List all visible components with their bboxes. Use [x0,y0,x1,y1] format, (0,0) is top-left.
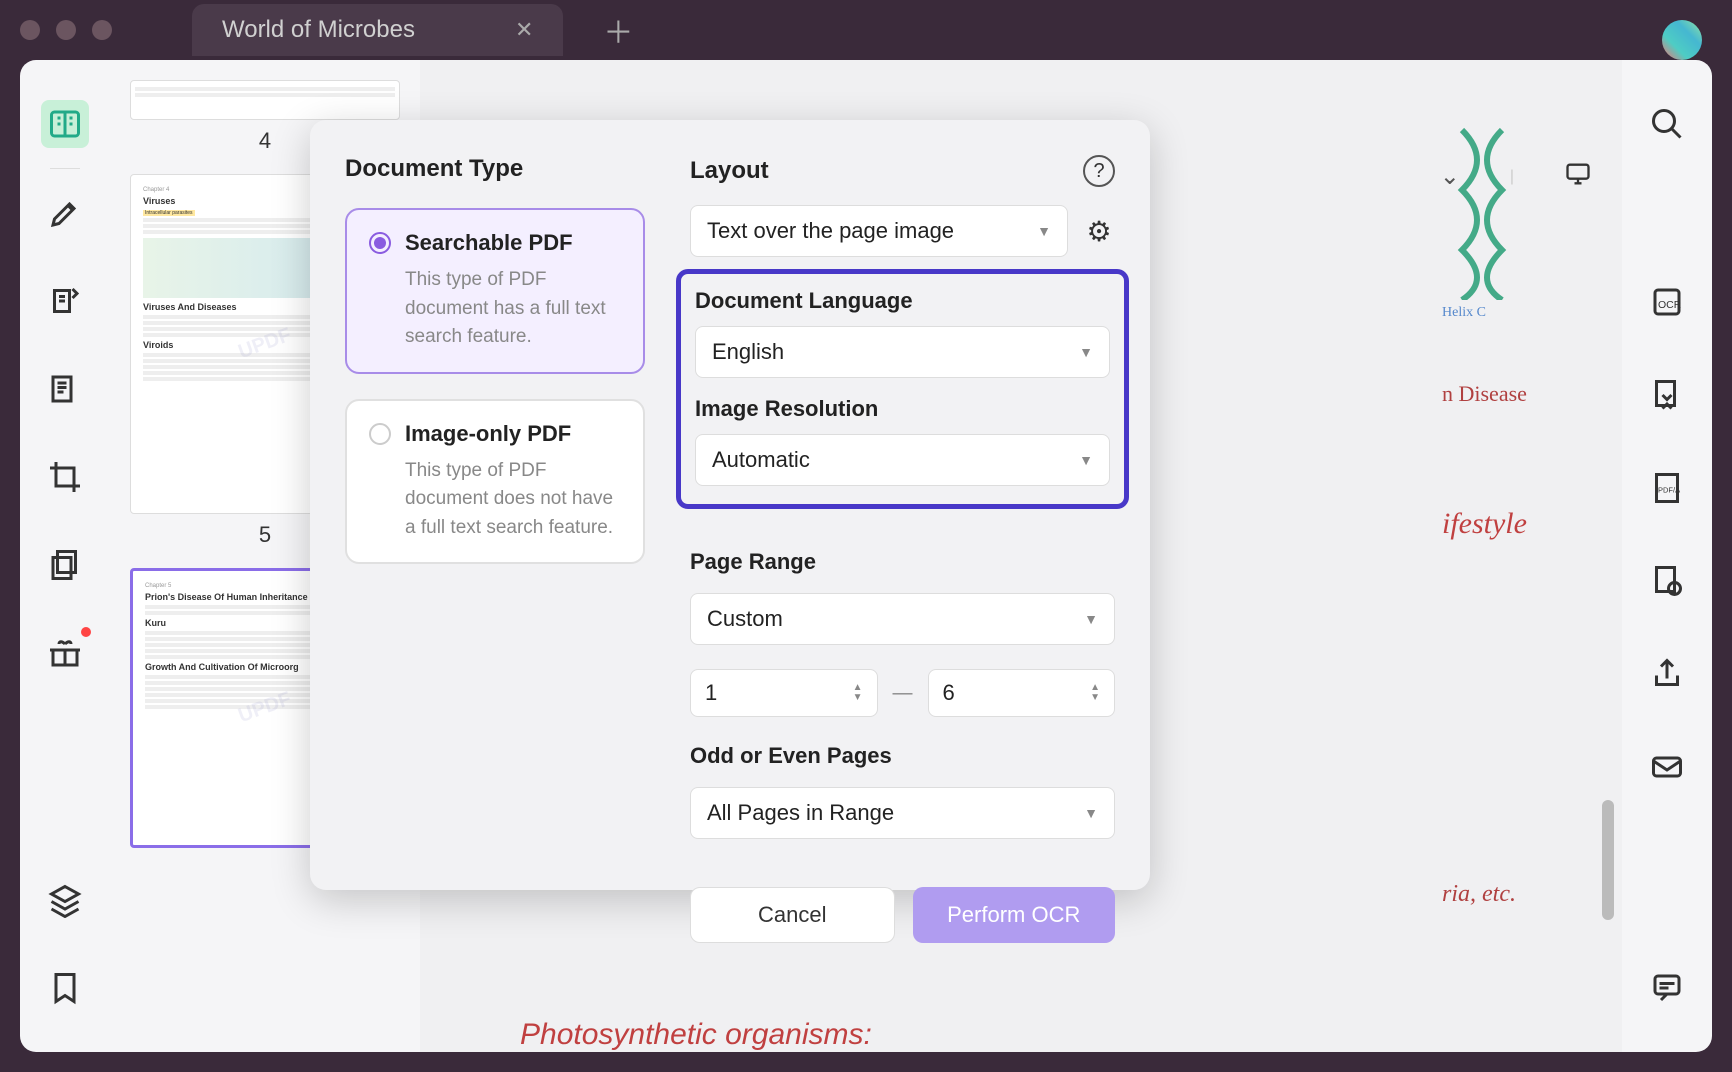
text-edit-icon[interactable] [41,365,89,413]
doc-text-photosynthetic: Photosynthetic organisms: [520,1018,872,1052]
doc-text-etc: ria, etc. [1442,881,1542,908]
main-window: 4 Chapter 4 Viruses Intracellular parasi… [20,60,1712,1052]
stepper-icon[interactable]: ▲▼ [853,683,863,703]
searchable-pdf-radio[interactable] [369,232,391,254]
gift-icon[interactable] [41,629,89,677]
perform-ocr-button[interactable]: Perform OCR [913,887,1116,943]
chevron-down-icon: ▼ [1084,805,1098,821]
searchable-pdf-title: Searchable PDF [405,230,573,256]
page-range-heading: Page Range [690,549,1115,575]
image-only-pdf-description: This type of PDF document does not have … [405,457,621,543]
convert-icon[interactable] [1643,371,1691,419]
tab-title: World of Microbes [222,16,415,44]
window-controls [20,20,112,40]
svg-text:OCR: OCR [1658,299,1682,311]
document-type-heading: Document Type [345,155,645,183]
ocr-dialog: Document Type Searchable PDF This type o… [310,120,1150,890]
share-icon[interactable] [1643,650,1691,698]
gear-icon[interactable]: ⚙ [1083,215,1115,247]
mail-icon[interactable] [1643,743,1691,791]
pages-icon[interactable] [41,541,89,589]
pdfa-icon[interactable]: PDF/A [1643,464,1691,512]
page-from-input[interactable]: 1 ▲▼ [690,669,878,717]
layers-icon[interactable] [41,876,89,924]
maximize-window-button[interactable] [92,20,112,40]
left-toolbar [20,60,110,1052]
image-only-pdf-radio[interactable] [369,423,391,445]
highlighted-settings-box: Document Language English ▼ Image Resolu… [676,269,1129,509]
page-from-value: 1 [705,680,717,706]
bookmark-icon[interactable] [41,964,89,1012]
document-scrollbar[interactable] [1602,800,1614,920]
chevron-down-icon: ▼ [1079,344,1093,360]
top-right-tools: ⌄ | [1440,160,1592,193]
app-logo [1662,20,1702,60]
thumbnail-page-3-partial[interactable] [130,80,400,120]
layout-value: Text over the page image [707,218,954,244]
odd-even-value: All Pages in Range [707,800,894,826]
titlebar: World of Microbes ✕ ＋ [0,0,1732,60]
range-separator: — [893,682,913,705]
language-value: English [712,339,784,365]
doc-text-disease: n Disease [1442,381,1542,407]
crop-icon[interactable] [41,453,89,501]
resolution-select[interactable]: Automatic ▼ [695,434,1110,486]
minimize-window-button[interactable] [56,20,76,40]
add-tab-button[interactable]: ＋ [603,8,633,52]
annotate-icon[interactable] [41,277,89,325]
doc-helix-label: Helix C [1442,305,1542,321]
reader-mode-icon[interactable] [41,100,89,148]
doc-text-lifestyle: ifestyle [1442,507,1542,541]
layout-heading: Layout [690,157,769,185]
searchable-pdf-option[interactable]: Searchable PDF This type of PDF document… [345,208,645,374]
divider [50,168,80,169]
image-only-pdf-title: Image-only PDF [405,421,571,447]
chevron-down-icon: ▼ [1084,611,1098,627]
helix-illustration [1442,120,1542,300]
svg-text:PDF/A: PDF/A [1658,486,1680,495]
search-icon[interactable] [1643,100,1691,148]
help-icon[interactable]: ? [1083,155,1115,187]
image-resolution-heading: Image Resolution [695,396,1110,422]
resolution-value: Automatic [712,447,810,473]
close-tab-icon[interactable]: ✕ [515,17,533,43]
notification-dot [81,627,91,637]
right-toolbar: OCR PDF/A [1622,60,1712,1052]
cancel-button[interactable]: Cancel [690,887,895,943]
chevron-down-icon: ▼ [1079,452,1093,468]
odd-even-select[interactable]: All Pages in Range ▼ [690,787,1115,839]
present-icon[interactable] [1564,160,1592,193]
image-only-pdf-option[interactable]: Image-only PDF This type of PDF document… [345,399,645,565]
searchable-pdf-description: This type of PDF document has a full tex… [405,266,621,352]
page-to-value: 6 [943,680,955,706]
layout-select[interactable]: Text over the page image ▼ [690,205,1068,257]
language-select[interactable]: English ▼ [695,326,1110,378]
dialog-left-panel: Document Type Searchable PDF This type o… [310,120,680,890]
chevron-down-icon: ▼ [1037,223,1051,239]
comment-icon[interactable] [1643,964,1691,1012]
dialog-right-panel: Layout ? Text over the page image ▼ ⚙ Do… [680,120,1150,890]
page-to-input[interactable]: 6 ▲▼ [928,669,1116,717]
page-range-value: Custom [707,606,783,632]
stepper-icon[interactable]: ▲▼ [1090,683,1100,703]
lock-file-icon[interactable] [1643,557,1691,605]
page-range-select[interactable]: Custom ▼ [690,593,1115,645]
odd-even-heading: Odd or Even Pages [690,743,1115,769]
document-content: Helix C n Disease ifestyle ria, etc. [1442,120,1542,908]
highlighter-icon[interactable] [41,189,89,237]
document-language-heading: Document Language [695,288,1110,314]
ocr-icon[interactable]: OCR [1643,278,1691,326]
document-tab[interactable]: World of Microbes ✕ [192,4,563,56]
close-window-button[interactable] [20,20,40,40]
dropdown-icon[interactable]: ⌄ [1440,162,1460,191]
